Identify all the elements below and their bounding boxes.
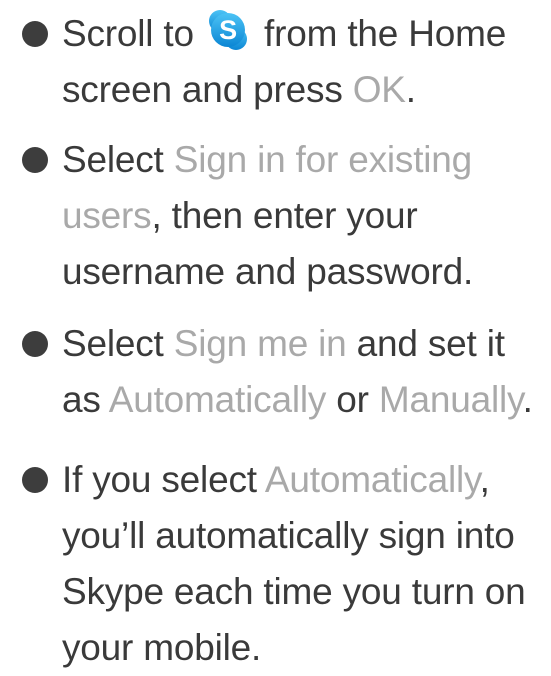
list-item: Select Sign me in and set it as Automati… [0,316,551,428]
highlight-text: Manually [378,379,523,420]
highlight-text: Automatically [108,379,327,420]
item-text: Scroll to [62,13,194,54]
highlight-text: Automatically [264,459,480,500]
instruction-list: Scroll to S from the Home screen and pre… [0,0,551,676]
item-text: or [336,379,369,420]
highlight-text: Sign me in [173,323,347,364]
bullet-icon [22,147,48,173]
svg-text:S: S [219,15,237,45]
item-text: Select [62,323,164,364]
item-text: . [522,379,533,420]
list-item: If you select Automatically, you’ll auto… [0,452,551,676]
list-item: Scroll to S from the Home screen and pre… [0,6,551,118]
skype-icon: S [206,8,250,52]
item-text: Select [62,139,164,180]
item-text: . [405,69,416,110]
bullet-icon [22,331,48,357]
bullet-icon [22,21,48,47]
bullet-icon [22,467,48,493]
item-text: If you select [62,459,257,500]
list-item: Select Sign in for existing users, then … [0,132,551,300]
highlight-text: OK [352,69,406,110]
